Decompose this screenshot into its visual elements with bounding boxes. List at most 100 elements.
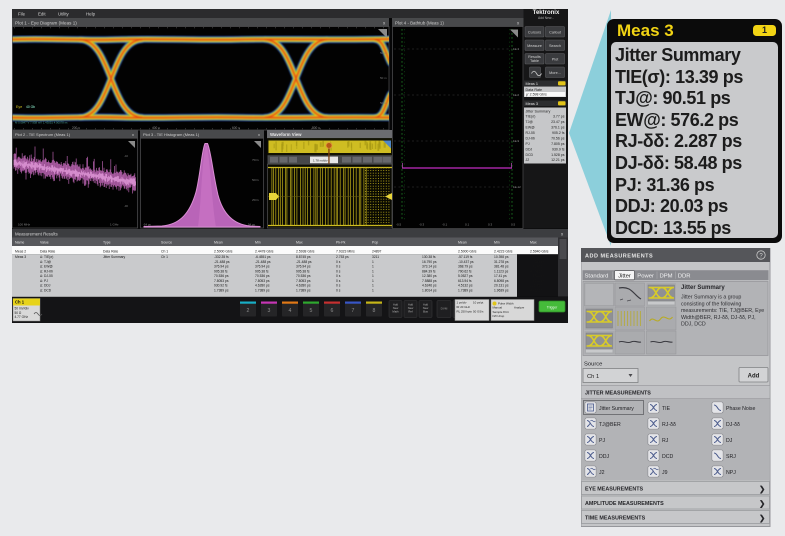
svg-text:Ref: Ref	[408, 309, 413, 313]
svg-text:250 k: 250 k	[252, 198, 259, 202]
svg-text:7.9323 Mb/s: 7.9323 Mb/s	[336, 249, 355, 253]
svg-text:368.79 ps: 368.79 ps	[458, 265, 473, 269]
svg-text:0 s: 0 s	[336, 274, 341, 278]
svg-text:373.14 ps: 373.14 ps	[422, 265, 437, 269]
svg-text:4.6280 ps: 4.6280 ps	[296, 284, 311, 288]
svg-text:23.47 ps: 23.47 ps	[551, 120, 565, 124]
svg-text:Value: Value	[40, 241, 49, 245]
svg-text:Meas 3: Meas 3	[15, 255, 26, 259]
svg-text:Waveform View: Waveform View	[270, 132, 302, 137]
svg-text:200 u: 200 u	[72, 126, 80, 130]
svg-text:5.0527 ps: 5.0527 ps	[458, 274, 473, 278]
svg-text:-21.488 ps: -21.488 ps	[214, 260, 230, 264]
svg-text:JITTER MEASUREMENTS: JITTER MEASUREMENTS	[585, 390, 651, 396]
svg-text:905.38 fs: 905.38 fs	[255, 269, 269, 273]
svg-text:Plot 2 - TIE Spectrum (Meas 1): Plot 2 - TIE Spectrum (Meas 1)	[15, 132, 71, 137]
svg-text:70.56 ps: 70.56 ps	[551, 136, 565, 140]
svg-text:Meas 2: Meas 2	[15, 249, 26, 253]
svg-text:-332.35 fs: -332.35 fs	[214, 255, 229, 259]
svg-text:J2: J2	[526, 158, 530, 162]
svg-text:600 u: 600 u	[232, 126, 240, 130]
svg-text:TIME MEASUREMENTS: TIME MEASUREMENTS	[585, 515, 646, 521]
svg-text:Jitter Summary: Jitter Summary	[681, 285, 725, 291]
svg-text:5: 5	[310, 308, 313, 314]
svg-text:0 s: 0 s	[336, 284, 341, 288]
svg-text:50 m: 50 m	[380, 101, 387, 105]
svg-text:47.161 fs: 47.161 fs	[530, 269, 544, 273]
svg-text:100 MHz: 100 MHz	[18, 223, 31, 227]
svg-text:Δ: DJ-δδ: Δ: DJ-δδ	[40, 274, 53, 278]
svg-text:0.5: 0.5	[511, 223, 516, 227]
svg-text:J9: J9	[662, 470, 668, 476]
svg-text:70.536 ps: 70.536 ps	[255, 274, 270, 278]
svg-text:Ch 1: Ch 1	[15, 300, 25, 305]
svg-text:Analyze: Analyze	[514, 306, 525, 310]
svg-text:0 s: 0 s	[336, 269, 341, 273]
svg-text:DJ-δδ: DJ-δδ	[526, 136, 535, 140]
svg-text:4.6280 ps: 4.6280 ps	[255, 284, 270, 288]
svg-text:905.38 fs: 905.38 fs	[296, 269, 310, 273]
svg-text:Help: Help	[86, 12, 96, 17]
svg-text:7.5888 ps: 7.5888 ps	[422, 279, 437, 283]
svg-text:Add: Add	[748, 373, 760, 379]
svg-text:Trigger: Trigger	[547, 305, 558, 309]
svg-text:400 u: 400 u	[152, 126, 160, 130]
svg-text:Measure: Measure	[527, 44, 542, 48]
svg-text:Mean: Mean	[214, 241, 223, 245]
svg-text:2.5000 Gb/s: 2.5000 Gb/s	[214, 249, 233, 253]
svg-text:905.2 fs: 905.2 fs	[552, 131, 565, 135]
svg-text:905.38 fs: 905.38 fs	[214, 269, 228, 273]
svg-text:Name: Name	[15, 241, 24, 245]
svg-text:1.7389 ps: 1.7389 ps	[255, 288, 270, 292]
svg-text:3.77 ps: 3.77 ps	[553, 115, 565, 119]
svg-text:12.21 ps: 12.21 ps	[551, 158, 565, 162]
svg-text:2.5000 Gb/s: 2.5000 Gb/s	[458, 249, 477, 253]
svg-text:Callout: Callout	[549, 30, 562, 34]
svg-text:884.39 fs: 884.39 fs	[422, 269, 436, 273]
svg-text:10.398 ps: 10.398 ps	[494, 255, 509, 259]
svg-text:1.9639 ps: 1.9639 ps	[494, 288, 509, 292]
svg-text:Max: Max	[530, 241, 537, 245]
svg-text:Source: Source	[161, 241, 172, 245]
svg-text:790.62 fs: 790.62 fs	[458, 269, 472, 273]
svg-text:x: x	[132, 132, 134, 137]
svg-text:381.48 ps: 381.48 ps	[494, 265, 509, 269]
svg-text:Meas 1: Meas 1	[526, 82, 538, 86]
svg-text:1 GHz: 1 GHz	[110, 223, 119, 227]
svg-text:Utility: Utility	[58, 12, 70, 17]
svg-text:TIE(σ): TIE(σ)	[526, 115, 536, 119]
svg-text:0 s: 0 s	[336, 279, 341, 283]
svg-text:DJ: DJ	[726, 438, 733, 444]
svg-text:-6.4551 ps: -6.4551 ps	[255, 255, 271, 259]
svg-text:Data Rate: Data Rate	[40, 249, 55, 253]
svg-text:1: 1	[372, 269, 374, 273]
svg-text:130.38 fs: 130.38 fs	[422, 255, 436, 259]
svg-text:RJ-δδ: RJ-δδ	[662, 422, 676, 428]
svg-text:750 k: 750 k	[252, 158, 259, 162]
svg-text:613.94 fs: 613.94 fs	[458, 279, 472, 283]
svg-text:1.5818 ps: 1.5818 ps	[530, 274, 545, 278]
svg-text:DCD: DCD	[662, 454, 673, 460]
svg-text:Plot 1 - Eye Diagram (Meas 1): Plot 1 - Eye Diagram (Meas 1)	[15, 20, 77, 25]
svg-text:Math: Math	[392, 309, 399, 313]
svg-text:M 0.0847 V 7.958 mV 1.43051: M 0.0847 V 7.958 mV 1.43051 4.00078 ns	[15, 121, 68, 125]
svg-text:1: 1	[372, 284, 374, 288]
svg-text:-10.437 ps: -10.437 ps	[458, 260, 474, 264]
svg-text:7: 7	[352, 308, 355, 314]
svg-text:Meas 3: Meas 3	[526, 102, 538, 106]
svg-text:More...: More...	[549, 71, 561, 75]
svg-text:-0.1: -0.1	[442, 223, 448, 227]
svg-text:1.528 ps: 1.528 ps	[551, 153, 565, 157]
svg-text:TIE: TIE	[662, 406, 671, 412]
svg-text:44.321 fs: 44.321 fs	[530, 288, 544, 292]
svg-text:Min: Min	[494, 241, 500, 245]
svg-text:2.5938 Gb/s: 2.5938 Gb/s	[296, 249, 315, 253]
svg-text:1E-9: 1E-9	[513, 139, 519, 143]
svg-text:Δ: DCD: Δ: DCD	[40, 288, 52, 292]
svg-text:ADD MEASUREMENTS: ADD MEASUREMENTS	[585, 253, 653, 259]
svg-text:2.5940 Gb/s: 2.5940 Gb/s	[530, 249, 549, 253]
svg-text:1: 1	[372, 274, 374, 278]
svg-text:File: File	[18, 12, 26, 17]
svg-text:SRJ: SRJ	[726, 454, 736, 460]
svg-text:Cursors: Cursors	[528, 30, 541, 34]
